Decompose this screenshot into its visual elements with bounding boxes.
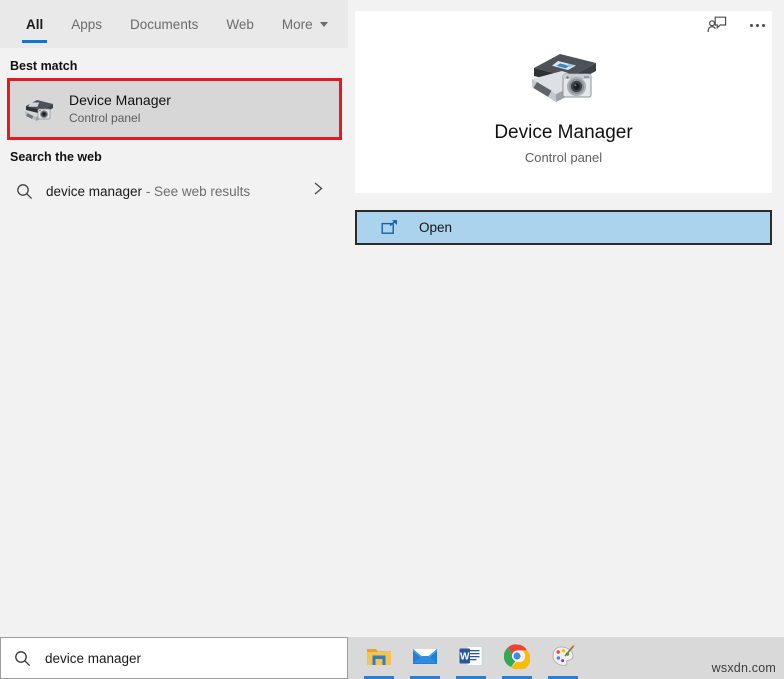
feedback-button[interactable] [700,10,734,40]
search-icon [14,650,36,667]
preview-pane: Device Manager Control panel Open [348,0,784,637]
chrome-icon [504,644,530,669]
web-result-label: device manager - See web results [46,184,250,199]
taskbar-row: W [0,637,784,679]
taskbar-item-mail[interactable] [402,637,448,679]
chevron-right-icon[interactable] [313,181,324,201]
windows-search-screen: All Apps Documents Web More Best match D… [0,0,784,679]
open-button[interactable]: Open [355,210,772,245]
flyout-utility-icons [700,10,774,40]
best-match-subtitle: Control panel [69,111,141,126]
taskbar-item-paint[interactable] [540,637,586,679]
device-manager-icon [25,100,53,121]
web-result-item[interactable]: device manager - See web results [8,171,340,211]
search-the-web-heading: Search the web [10,150,102,164]
best-match-result-item[interactable]: Device Manager Control panel [8,80,340,138]
open-button-label: Open [419,220,453,235]
web-result-query: device manager [46,183,143,199]
preview-title: Device Manager [494,122,633,143]
tab-documents-label: Documents [130,16,199,32]
more-options-button[interactable] [740,10,774,40]
filter-tab-bar: All Apps Documents Web More [0,0,348,48]
word-icon: W [459,646,483,666]
paint-icon [552,644,575,666]
best-match-container: Device Manager Control panel [7,78,342,140]
preview-actions: Open [355,210,772,245]
best-match-heading: Best match [10,59,78,73]
search-box[interactable] [0,637,348,679]
tab-web[interactable]: Web [212,0,268,48]
taskbar-item-chrome[interactable] [494,637,540,679]
taskbar: W wsxdn.com [348,637,784,679]
open-external-icon [381,220,401,235]
tab-all[interactable]: All [12,0,57,48]
ellipsis-icon [749,23,765,27]
tab-apps[interactable]: Apps [57,0,116,48]
best-match-text: Device Manager Control panel [69,91,171,127]
search-input[interactable] [45,650,325,666]
device-manager-icon [531,54,596,102]
watermark-text: wsxdn.com [711,661,776,675]
tab-more-label: More [281,16,313,32]
svg-text:W: W [460,651,470,662]
tab-documents[interactable]: Documents [116,0,212,48]
file-explorer-icon [367,649,391,665]
tab-web-label: Web [226,16,254,32]
taskbar-item-word[interactable]: W [448,637,494,679]
best-match-title: Device Manager [69,92,171,109]
tab-more[interactable]: More [268,0,342,48]
feedback-person-icon [707,16,727,32]
web-result-suffix: - See web results [142,183,251,199]
search-flyout: All Apps Documents Web More Best match D… [0,0,784,637]
taskbar-item-file-explorer[interactable] [356,637,402,679]
search-icon [16,183,38,200]
tab-all-label: All [26,16,44,32]
search-results-pane: All Apps Documents Web More Best match D… [0,0,348,637]
chevron-down-icon [319,21,328,27]
mail-icon [413,649,437,664]
tab-apps-label: Apps [71,16,103,32]
preview-subtitle: Control panel [524,150,603,165]
